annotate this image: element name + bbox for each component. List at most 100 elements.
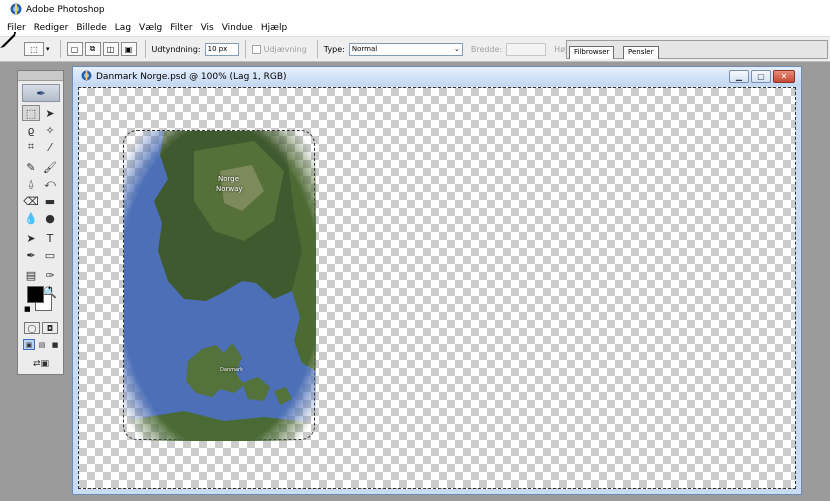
- menu-bar: Filer Rediger Billede Lag Vælg Filter Vi…: [0, 20, 830, 36]
- rectangle-icon: ▭: [44, 248, 56, 262]
- new-selection-button[interactable]: ▢: [66, 42, 83, 56]
- standard-mode-button[interactable]: ◯: [24, 322, 40, 334]
- minimize-icon: ▁: [735, 72, 743, 81]
- jump-to-imageready-button[interactable]: ⇄▣: [26, 357, 56, 371]
- healing-brush-icon: ✎: [26, 160, 36, 174]
- menu-billede[interactable]: Billede: [72, 23, 110, 33]
- crop-icon: ⌗: [27, 140, 35, 153]
- subtract-selection-button[interactable]: ◫: [102, 42, 119, 56]
- mouse-pointer-icon: [0, 32, 16, 51]
- blur-tool[interactable]: 💧: [22, 210, 40, 226]
- map-layer: Norge Norway Danmark: [123, 130, 316, 441]
- swap-colors-icon[interactable]: ↰: [47, 285, 54, 294]
- divider: [244, 40, 246, 58]
- close-icon: ✕: [780, 72, 788, 81]
- history-brush-tool[interactable]: ⤺: [41, 176, 59, 192]
- adobe-online-icon[interactable]: ✒: [22, 84, 60, 102]
- move-tool[interactable]: ➤: [41, 105, 59, 121]
- clone-stamp-tool[interactable]: ⍙: [22, 176, 40, 192]
- rectangular-marquee-tool[interactable]: ⬚: [22, 105, 40, 121]
- style-select-value: Normal: [351, 45, 378, 53]
- photoshop-logo-icon: [10, 3, 22, 18]
- standard-screen-button[interactable]: ▣: [23, 339, 35, 350]
- type-tool[interactable]: T: [41, 230, 59, 246]
- full-screen-button[interactable]: ■: [49, 339, 61, 350]
- tab-filbrowser[interactable]: Filbrowser: [569, 46, 615, 59]
- lasso-tool[interactable]: ϱ: [22, 122, 40, 138]
- slice-tool[interactable]: ⁄: [41, 139, 59, 155]
- document-window: Danmark Norge.psd @ 100% (Lag 1, RGB) ▁ …: [72, 66, 802, 495]
- full-screen-menu-button[interactable]: ▤: [36, 339, 48, 350]
- path-selection-tool[interactable]: ➤: [22, 230, 40, 246]
- maximize-button[interactable]: ▢: [751, 70, 771, 83]
- move-icon: ➤: [45, 106, 55, 120]
- maximize-icon: ▢: [757, 72, 765, 81]
- blur-icon: 💧: [24, 211, 38, 225]
- title-bar: Adobe Photoshop: [0, 0, 830, 20]
- magic-wand-tool[interactable]: ✧: [41, 122, 59, 138]
- brush-tool[interactable]: 🖌: [41, 159, 59, 175]
- standard-mode-icon: ◯: [27, 323, 37, 333]
- chevron-down-icon[interactable]: ▾: [46, 45, 50, 53]
- menu-lag[interactable]: Lag: [111, 23, 135, 33]
- notes-icon: ▤: [25, 268, 37, 282]
- gradient-tool[interactable]: ▬: [41, 193, 59, 209]
- intersect-selection-icon: ▣: [124, 44, 133, 54]
- intersect-selection-button[interactable]: ▣: [120, 42, 137, 56]
- eyedropper-tool[interactable]: ✑: [41, 267, 59, 283]
- style-label: Type:: [323, 44, 345, 54]
- menu-vis[interactable]: Vis: [197, 23, 218, 33]
- menu-rediger[interactable]: Rediger: [30, 23, 73, 33]
- tab-pensler[interactable]: Pensler: [623, 46, 659, 59]
- width-input[interactable]: [506, 42, 547, 56]
- quick-mask-icon: ◘: [46, 323, 54, 333]
- history-brush-icon: ⤺: [44, 177, 56, 190]
- brush-icon: 🖌: [43, 160, 57, 174]
- menu-hjaelp[interactable]: Hjælp: [257, 23, 291, 33]
- feather-input[interactable]: 10 px: [204, 42, 239, 56]
- document-title-bar[interactable]: Danmark Norge.psd @ 100% (Lag 1, RGB) ▁ …: [73, 67, 801, 86]
- screen-mode-icon: ▤: [38, 340, 46, 349]
- dodge-tool[interactable]: ●: [41, 210, 59, 226]
- pen-tool[interactable]: ✒: [22, 247, 40, 263]
- toolbox-header[interactable]: [18, 71, 63, 81]
- style-select[interactable]: Normal ⌄: [348, 42, 463, 56]
- menu-vindue[interactable]: Vindue: [218, 23, 257, 33]
- default-colors-icon[interactable]: ■: [24, 305, 31, 313]
- antialias-label: Udjævning: [263, 44, 307, 54]
- menu-filter[interactable]: Filter: [166, 23, 196, 33]
- menu-vaelg[interactable]: Vælg: [135, 23, 166, 33]
- foreground-color-swatch[interactable]: [27, 286, 44, 303]
- marquee-icon: ⬚: [25, 106, 37, 120]
- divider: [59, 40, 61, 58]
- marquee-preset-icon: ⬚: [30, 44, 38, 54]
- add-selection-icon: ⧉: [89, 44, 96, 53]
- rectangle-tool[interactable]: ▭: [41, 247, 59, 263]
- photoshop-app: Adobe Photoshop Filer Rediger Billede La…: [0, 0, 830, 501]
- crop-tool[interactable]: ⌗: [22, 139, 40, 155]
- eyedropper-icon: ✑: [45, 268, 55, 282]
- map-label-norge: Norge: [218, 175, 240, 183]
- toolbox: ✒ ⬚ ➤ ϱ ✧ ⌗ ⁄ ✎ 🖌 ⍙ ⤺ ⌫ ▬ 💧 ● ➤ T ✒ ▭ ▤ …: [17, 70, 64, 375]
- subtract-selection-icon: ◫: [106, 44, 115, 54]
- screen-mode-icon: ■: [51, 340, 59, 349]
- width-label: Bredde:: [470, 44, 503, 54]
- new-selection-icon: ▢: [70, 44, 79, 54]
- app-title: Adobe Photoshop: [26, 5, 105, 15]
- notes-tool[interactable]: ▤: [22, 267, 40, 283]
- psd-file-icon: [81, 70, 92, 84]
- magic-wand-icon: ✧: [45, 123, 55, 137]
- minimize-button[interactable]: ▁: [729, 70, 749, 83]
- tool-preset-picker[interactable]: ⬚: [24, 42, 44, 56]
- eraser-tool[interactable]: ⌫: [22, 193, 40, 209]
- divider: [144, 40, 146, 58]
- imageready-icon: ⇄▣: [32, 359, 50, 369]
- antialias-checkbox[interactable]: [251, 44, 261, 54]
- add-selection-button[interactable]: ⧉: [84, 42, 101, 56]
- close-button[interactable]: ✕: [773, 70, 795, 83]
- stamp-icon: ⍙: [27, 177, 35, 190]
- transparent-canvas[interactable]: Norge Norway Danmark: [78, 87, 796, 489]
- healing-brush-tool[interactable]: ✎: [22, 159, 40, 175]
- quick-mask-button[interactable]: ◘: [42, 322, 58, 334]
- type-icon: T: [46, 231, 54, 245]
